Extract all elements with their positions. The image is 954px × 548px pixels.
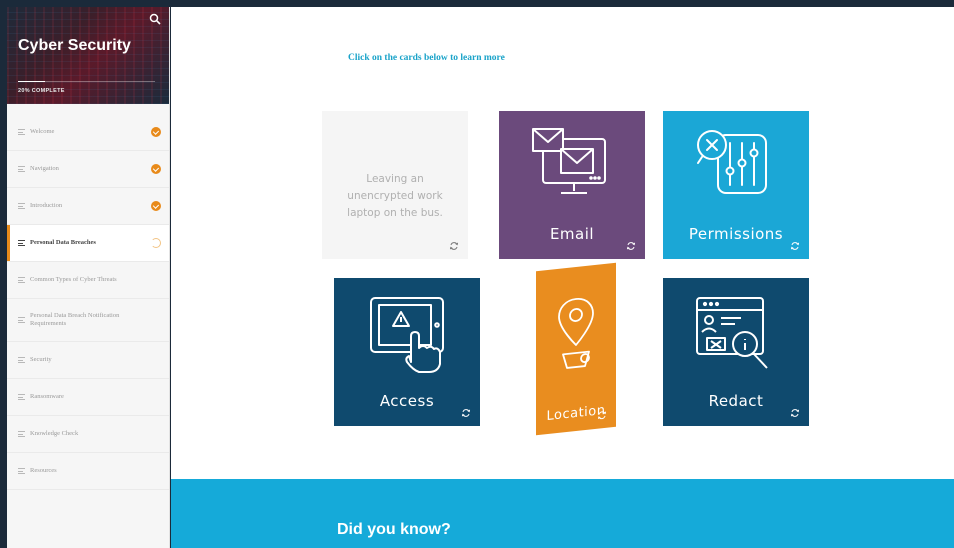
- nav-item-knowledge-check[interactable]: Knowledge Check: [7, 416, 169, 453]
- nav-item-label: Personal Data Breach Notification Requir…: [30, 311, 120, 327]
- check-icon: [151, 127, 161, 137]
- redact-document-icon: [696, 297, 768, 369]
- card-label: Email: [549, 225, 595, 243]
- flip-icon[interactable]: [449, 241, 459, 251]
- flip-icon[interactable]: [790, 408, 800, 418]
- search-icon[interactable]: [149, 13, 161, 25]
- lesson-icon: [18, 468, 25, 474]
- flip-icon[interactable]: [597, 410, 607, 421]
- check-icon: [151, 164, 161, 174]
- lesson-content: Click on the cards below to learn more L…: [171, 7, 954, 548]
- progress-fill: [18, 81, 46, 82]
- lesson-icon: [18, 357, 25, 363]
- lesson-icon: [18, 240, 25, 246]
- nav-item-notification-requirements[interactable]: Personal Data Breach Notification Requir…: [7, 299, 169, 342]
- in-progress-icon: [151, 238, 161, 248]
- lesson-icon: [18, 129, 25, 135]
- card-label: Redact: [708, 392, 764, 410]
- nav-item-label: Knowledge Check: [30, 429, 79, 437]
- nav-item-common-threats[interactable]: Common Types of Cyber Threats: [7, 262, 169, 299]
- nav-item-label: Navigation: [30, 164, 59, 172]
- access-card[interactable]: Access: [334, 278, 480, 426]
- location-card[interactable]: Location: [536, 262, 616, 436]
- nav-item-navigation[interactable]: Navigation: [7, 151, 169, 188]
- nav-item-label: Personal Data Breaches: [30, 238, 96, 246]
- progress-text: 20% COMPLETE: [18, 88, 65, 94]
- quiz-icon: [18, 431, 25, 437]
- email-monitor-icon: [532, 128, 606, 194]
- nav-item-welcome[interactable]: Welcome: [7, 114, 169, 151]
- lesson-icon: [18, 277, 25, 283]
- flipped-card[interactable]: Leaving an unencrypted work laptop on th…: [322, 111, 468, 259]
- nav-item-introduction[interactable]: Introduction: [7, 188, 169, 225]
- nav-item-label: Ransomware: [30, 392, 64, 400]
- access-tablet-icon: [370, 297, 444, 373]
- card-label: Permissions: [688, 225, 784, 243]
- flip-icon[interactable]: [626, 241, 636, 251]
- flip-icon[interactable]: [461, 408, 471, 418]
- nav-item-label: Resources: [30, 466, 57, 474]
- flip-icon[interactable]: [790, 241, 800, 251]
- lesson-icon: [18, 203, 25, 209]
- nav-item-label: Welcome: [30, 127, 55, 135]
- permissions-card[interactable]: Permissions: [663, 111, 809, 259]
- course-header: Cyber Security 20% COMPLETE: [7, 7, 169, 104]
- instruction-text: Click on the cards below to learn more: [348, 53, 505, 63]
- email-card[interactable]: Email: [499, 111, 645, 259]
- did-you-know-banner: Did you know?: [171, 479, 954, 548]
- nav-item-resources[interactable]: Resources: [7, 453, 169, 490]
- location-pin-icon: [558, 298, 594, 369]
- redact-card[interactable]: Redact: [663, 278, 809, 426]
- did-you-know-heading: Did you know?: [337, 521, 451, 538]
- sidebar: Cyber Security 20% COMPLETE Welcome Navi…: [7, 7, 170, 548]
- course-title: Cyber Security: [18, 37, 131, 54]
- check-icon: [151, 201, 161, 211]
- lesson-nav: Welcome Navigation Introduction Personal…: [7, 104, 169, 490]
- nav-item-label: Security: [30, 355, 52, 363]
- lesson-icon: [18, 394, 25, 400]
- lesson-icon: [18, 166, 25, 172]
- card-label: Access: [379, 392, 435, 410]
- nav-item-label: Introduction: [30, 201, 63, 209]
- nav-item-personal-data-breaches[interactable]: Personal Data Breaches: [7, 225, 169, 262]
- nav-item-label: Common Types of Cyber Threats: [30, 275, 117, 283]
- nav-item-security[interactable]: Security: [7, 342, 169, 379]
- progress-bar: [18, 81, 155, 82]
- card-back-text: Leaving an unencrypted work laptop on th…: [347, 173, 443, 219]
- permissions-sliders-icon: [697, 130, 767, 194]
- nav-item-ransomware[interactable]: Ransomware: [7, 379, 169, 416]
- lesson-icon: [18, 317, 25, 323]
